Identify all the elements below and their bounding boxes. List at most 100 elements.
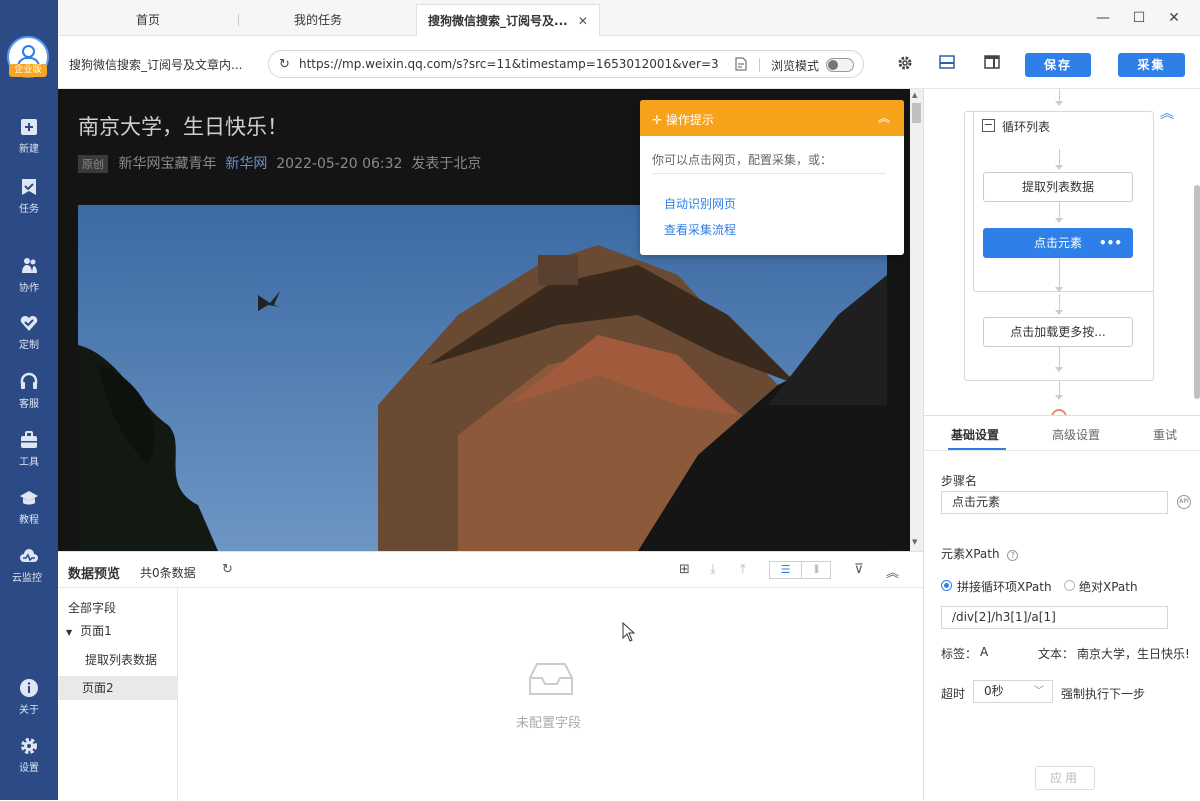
scroll-thumb[interactable] (912, 103, 921, 123)
article-source-link[interactable]: 新华网 (225, 156, 267, 172)
flow-end-icon[interactable] (1051, 409, 1067, 415)
sidebar-item-new[interactable]: 新建 (0, 117, 58, 167)
sidebar-item-tutorial[interactable]: 教程 (0, 488, 58, 538)
collapse-up-icon[interactable]: ︽ (878, 109, 890, 126)
apply-button[interactable]: 应用 (1035, 766, 1095, 790)
sidebar-item-about[interactable]: 关于 (0, 678, 58, 728)
sidebar-item-label: 协作 (19, 283, 39, 294)
step-name-label: 步骤名 (941, 474, 978, 488)
collapse-flow-icon[interactable]: ︽ (1160, 103, 1174, 123)
node-click-load-more[interactable]: 点击加载更多按... (983, 317, 1133, 347)
sidebar-item-collab[interactable]: 协作 (0, 256, 58, 306)
text-label: 文本： (1038, 647, 1075, 661)
original-tag: 原创 (78, 155, 108, 173)
tree-item-page2[interactable]: 页面2 (58, 676, 177, 700)
xpath-input[interactable]: /div[2]/h3[1]/a[1] (941, 606, 1168, 629)
flow-arrow (1055, 367, 1063, 372)
empty-state-text: 未配置字段 (516, 716, 582, 731)
radio-loop-xpath[interactable] (941, 580, 952, 591)
list-view-icon[interactable]: ☰ (770, 562, 801, 578)
sidebar-item-tasks[interactable]: 任务 (0, 177, 58, 227)
gear-icon (21, 738, 37, 754)
close-window-button[interactable]: ✕ (1162, 6, 1186, 30)
sidebar-item-tools[interactable]: 工具 (0, 430, 58, 480)
collapse-loop-icon[interactable]: − (982, 119, 995, 132)
view-switch[interactable]: ☰ ⦀ (769, 561, 831, 579)
timeout-select[interactable]: 0秒 ﹀ (973, 680, 1053, 703)
document-icon[interactable] (735, 57, 747, 74)
sidebar-item-support[interactable]: 客服 (0, 372, 58, 422)
node-more-icon[interactable]: ••• (1099, 229, 1122, 257)
step-name-input[interactable]: 点击元素 (941, 491, 1168, 514)
active-tab-indicator (948, 448, 1006, 450)
toolbox-icon (21, 431, 37, 448)
close-tab-icon[interactable]: ✕ (578, 14, 588, 28)
caret-down-icon[interactable]: ▼ (66, 628, 72, 637)
flow-arrow (1055, 165, 1063, 170)
tab-my-tasks[interactable]: 我的任务 (248, 4, 388, 36)
tree-item-extract-list[interactable]: 提取列表数据 (58, 648, 177, 672)
sidebar-item-cloud-monitor[interactable]: 云监控 (0, 546, 58, 596)
radio-absolute-xpath-label[interactable]: 绝对XPath (1079, 578, 1138, 595)
viewport-scrollbar[interactable]: ▲ ▼ (910, 89, 923, 551)
refresh-icon[interactable]: ↻ (279, 57, 290, 72)
tab-home[interactable]: 首页 (78, 4, 218, 36)
download-icon[interactable]: ⤓ (710, 562, 716, 577)
article-title[interactable]: 南京大学，生日快乐！ (78, 111, 288, 141)
article-photo[interactable] (78, 205, 887, 551)
tab-sogou-search[interactable]: 搜狗微信搜索_订阅号及... ✕ (416, 4, 600, 36)
layout-bottom-icon[interactable] (938, 55, 956, 73)
article-location: 发表于北京 (411, 156, 482, 172)
flow-scrollbar[interactable] (1194, 89, 1200, 415)
minimize-button[interactable]: — (1091, 6, 1115, 30)
save-button[interactable]: 保存 (1025, 53, 1091, 77)
upload-icon[interactable]: ⤒ (740, 562, 746, 577)
radio-absolute-xpath[interactable] (1064, 580, 1075, 591)
node-extract-list[interactable]: 提取列表数据 (983, 172, 1133, 202)
filter-icon[interactable]: ⊽ (854, 562, 864, 577)
flow-connector (1059, 258, 1060, 288)
flow-arrow (1055, 101, 1063, 106)
mouse-cursor-icon (622, 622, 636, 642)
address-toolbar: 搜狗微信搜索_订阅号及文章内... ↻ https://mp.weixin.qq… (58, 37, 1200, 89)
tab-label: 搜狗微信搜索_订阅号及... (428, 14, 568, 28)
node-click-element[interactable]: 点击元素 ••• (983, 228, 1133, 258)
tab-bar: 首页 我的任务 搜狗微信搜索_订阅号及... ✕ — ☐ ✕ (58, 0, 1200, 36)
data-preview-panel: 数据预览 共0条数据 ↻ ⊞ ⤓ ⤒ ☰ ⦀ ⊽ ︽ 全部字段 ▼ 页面1 提取列… (58, 551, 923, 801)
tip-title-text: 操作提示 (665, 113, 714, 127)
article-author[interactable]: 新华网宝藏青年 (118, 156, 216, 172)
sidebar-item-custom[interactable]: 定制 (0, 313, 58, 363)
collapse-panel-icon[interactable]: ︽ (886, 562, 899, 581)
tab-advanced-settings[interactable]: 高级设置 (1052, 426, 1100, 443)
url-text[interactable]: https://mp.weixin.qq.com/s?src=11&timest… (299, 57, 719, 71)
auto-detect-link[interactable]: 自动识别网页 (664, 195, 736, 212)
sidebar-item-settings[interactable]: 设置 (0, 736, 58, 786)
collect-button[interactable]: 采集 (1118, 53, 1185, 77)
flow-arrow (1055, 287, 1063, 292)
tab-retry[interactable]: 重试 (1153, 426, 1177, 443)
add-field-icon[interactable]: ⊞ (679, 562, 690, 577)
scroll-up-icon[interactable]: ▲ (912, 91, 917, 99)
api-icon[interactable]: API (1177, 495, 1191, 509)
radio-loop-xpath-label[interactable]: 拼接循环项XPath (957, 578, 1052, 595)
tree-item-all-fields[interactable]: 全部字段 (58, 596, 177, 620)
workflow-canvas[interactable]: − 循环列表 提取列表数据 点击元素 ••• 点击加载更多按... ︽ (924, 89, 1200, 416)
tag-label: 标签： (941, 647, 978, 661)
layout-side-icon[interactable] (983, 55, 1001, 73)
scroll-down-icon[interactable]: ▼ (912, 538, 917, 546)
settings-gear-icon[interactable] (896, 55, 914, 73)
empty-inbox-icon (529, 663, 573, 695)
preview-header: 数据预览 共0条数据 ↻ ⊞ ⤓ ⤒ ☰ ⦀ ⊽ ︽ (58, 552, 923, 588)
edition-badge: 企业版 (9, 64, 47, 77)
refresh-icon[interactable]: ↻ (222, 562, 233, 577)
view-flow-link[interactable]: 查看采集流程 (664, 221, 736, 238)
page-title: 搜狗微信搜索_订阅号及文章内... (69, 58, 243, 72)
sidebar-item-label: 云监控 (12, 573, 42, 584)
url-bar[interactable]: ↻ https://mp.weixin.qq.com/s?src=11&time… (268, 50, 864, 78)
tab-basic-settings[interactable]: 基础设置 (951, 426, 999, 443)
maximize-button[interactable]: ☐ (1127, 6, 1151, 30)
column-view-icon[interactable]: ⦀ (801, 562, 831, 578)
browse-mode-toggle[interactable] (826, 58, 854, 72)
tree-item-page1[interactable]: ▼ 页面1 (58, 619, 177, 643)
help-icon[interactable]: ? (1007, 550, 1019, 561)
